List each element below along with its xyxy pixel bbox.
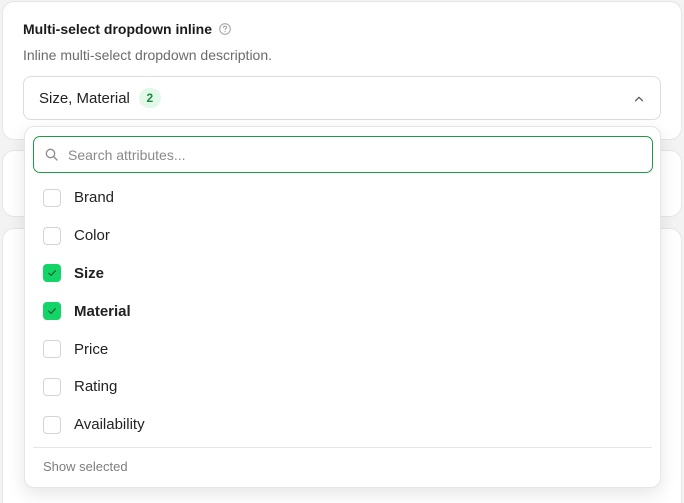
option-material[interactable]: Material: [25, 292, 660, 330]
option-color[interactable]: Color: [25, 217, 660, 255]
checkbox[interactable]: [43, 415, 61, 434]
option-price[interactable]: Price: [25, 330, 660, 368]
option-label: Price: [74, 340, 109, 358]
checkbox[interactable]: [43, 188, 61, 207]
options-list: Brand Color Size Material Price Rating Availab…: [25, 179, 660, 444]
search-input[interactable]: [66, 145, 630, 164]
check-icon: [48, 270, 56, 277]
checkbox[interactable]: [43, 302, 61, 321]
search-icon: [45, 148, 58, 161]
show-selected-link[interactable]: Show selected: [43, 459, 128, 474]
field-description: Inline multi-select dropdown description…: [23, 47, 273, 63]
option-brand[interactable]: Brand: [25, 179, 660, 217]
option-rating[interactable]: Rating: [25, 368, 660, 406]
checkbox[interactable]: [43, 226, 61, 245]
check-icon: [48, 308, 56, 315]
option-size[interactable]: Size: [25, 255, 660, 293]
chevron-up-icon[interactable]: [633, 93, 645, 105]
dropdown-panel: Brand Color Size Material Price Rating Availab…: [24, 126, 661, 488]
multiselect-trigger[interactable]: Size, Material 2: [23, 76, 661, 120]
selected-count-badge: 2: [138, 88, 161, 108]
field-title: Multi-select dropdown inline: [23, 21, 212, 37]
selected-values: Size, Material: [39, 89, 130, 107]
search-box[interactable]: [33, 136, 653, 173]
divider: [33, 447, 652, 448]
option-label: Color: [74, 227, 110, 245]
option-label: Material: [74, 302, 131, 320]
option-label: Availability: [74, 416, 145, 434]
option-label: Rating: [74, 378, 118, 396]
option-label: Brand: [74, 189, 115, 207]
checkbox[interactable]: [43, 377, 61, 396]
question-circle-icon[interactable]: [219, 23, 231, 35]
field-title-row: Multi-select dropdown inline: [23, 21, 231, 37]
option-availability[interactable]: Availability: [25, 406, 660, 444]
checkbox[interactable]: [43, 264, 61, 283]
page: Multi-select dropdown inline Inline mult…: [0, 0, 684, 503]
checkbox[interactable]: [43, 340, 61, 359]
option-label: Size: [74, 264, 105, 282]
